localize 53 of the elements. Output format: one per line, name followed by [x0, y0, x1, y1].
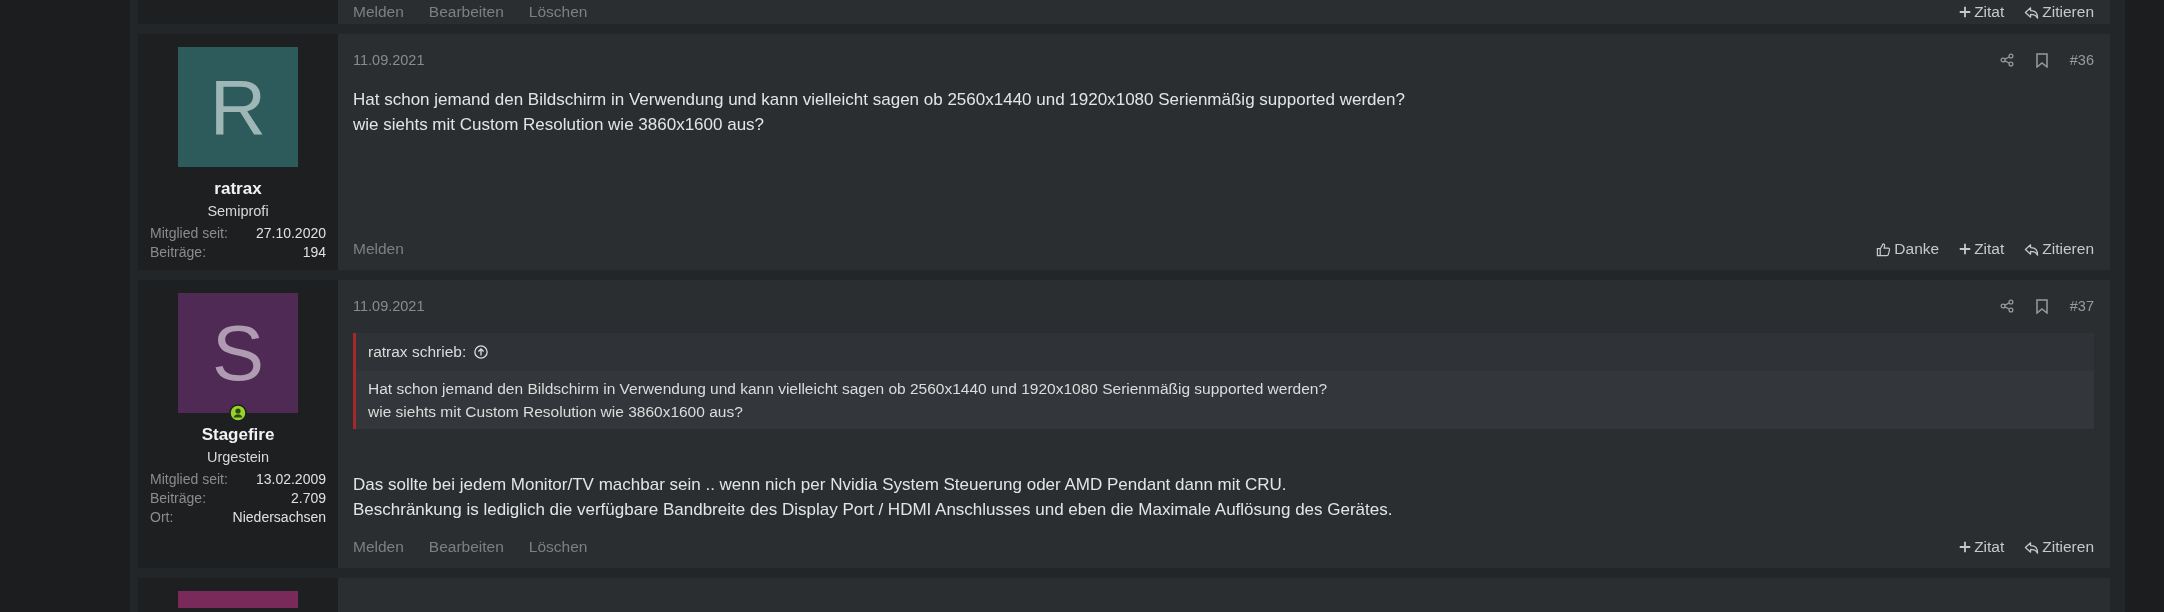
- report-link[interactable]: Melden: [353, 240, 404, 258]
- reply-button[interactable]: Zitieren: [2024, 240, 2094, 258]
- post-text: Hat schon jemand den Bildschirm in Verwendung und kann vielleicht sagen ob 2560x1440 und 1920x1080 Serienmäßig supported werden?: [353, 90, 1406, 110]
- reply-button[interactable]: Zitieren: [2024, 3, 2094, 21]
- stat-value: 27.10.2020: [255, 225, 326, 241]
- report-link[interactable]: Melden: [353, 3, 404, 21]
- avatar[interactable]: R: [178, 47, 298, 167]
- post-number[interactable]: #37: [2069, 298, 2094, 314]
- like-button[interactable]: Danke: [1876, 240, 1940, 258]
- reply-icon: [2024, 4, 2040, 20]
- plus-icon: [1959, 6, 1972, 18]
- quote-text: Hat schon jemand den Bildschirm in Verwendung und kann vielleicht sagen ob 2560x1440 und 1920x1080 Serienmäßig supported werden?: [368, 380, 1329, 398]
- quote-text: wie siehts mit Custom Resolution wie 3860x1600 aus?: [368, 403, 744, 421]
- post-text: Das sollte bei jedem Monitor/TV machbar sein .. wenn nich per Nvidia System Steuerung oder AMD Pendant dann mit CRU.: [353, 475, 1288, 495]
- stat-value: Niedersachsen: [232, 509, 326, 525]
- edit-link[interactable]: Bearbeiten: [428, 538, 504, 556]
- report-link[interactable]: Melden: [353, 538, 404, 556]
- user-rank: Semiprofi: [207, 203, 269, 219]
- bookmark-icon[interactable]: [2035, 298, 2048, 314]
- username[interactable]: ratrax: [214, 179, 262, 199]
- reply-button[interactable]: Zitieren: [2024, 538, 2094, 556]
- delete-link[interactable]: Löschen: [528, 538, 588, 556]
- share-icon[interactable]: [1999, 299, 2014, 313]
- quote-add-button[interactable]: Zitat: [1959, 240, 2005, 258]
- stat-value: 2.709: [290, 490, 326, 506]
- plus-icon: [1959, 541, 1972, 553]
- user-rank: Urgestein: [206, 449, 270, 465]
- avatar[interactable]: S: [178, 293, 298, 413]
- stat-label: Mitglied seit:: [150, 471, 228, 487]
- stat-label: Mitglied seit:: [150, 225, 228, 241]
- share-icon[interactable]: [1999, 53, 2014, 67]
- post-text: Beschränkung is lediglich die verfügbare Bandbreite des Display Port / HDMI Anschlusses und eben die Maximale Auflösung des Gerätes.: [353, 500, 1394, 520]
- delete-link[interactable]: Löschen: [528, 3, 588, 21]
- reply-icon: [2024, 539, 2040, 555]
- post-text: wie siehts mit Custom Resolution wie 3860x1600 aus?: [353, 115, 766, 135]
- stat-label: Ort:: [150, 509, 174, 525]
- username[interactable]: Stagefire: [201, 425, 275, 445]
- arrow-up-circle-icon[interactable]: [474, 345, 489, 359]
- quote-add-button[interactable]: Zitat: [1959, 3, 2005, 21]
- stat-value: 194: [302, 244, 326, 260]
- stat-label: Beiträge:: [150, 244, 207, 260]
- bookmark-icon[interactable]: [2035, 52, 2048, 68]
- quote-add-button[interactable]: Zitat: [1959, 538, 2005, 556]
- stat-label: Beiträge:: [150, 490, 207, 506]
- thumbs-up-icon: [1876, 241, 1892, 257]
- stat-value: 13.02.2009: [255, 471, 326, 487]
- plus-icon: [1959, 243, 1972, 255]
- post-number[interactable]: #36: [2069, 52, 2094, 68]
- post-date[interactable]: 11.09.2021: [353, 52, 425, 68]
- reply-icon: [2024, 241, 2040, 257]
- edit-link[interactable]: Bearbeiten: [428, 3, 504, 21]
- post-date[interactable]: 11.09.2021: [353, 298, 425, 314]
- quote-author[interactable]: ratrax schrieb:: [368, 343, 467, 361]
